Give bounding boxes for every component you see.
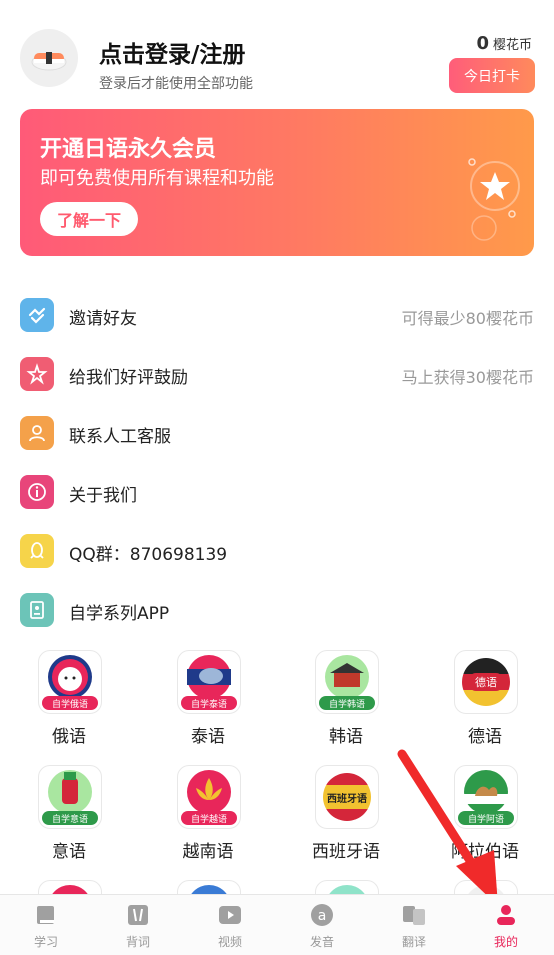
app-badge-icon	[20, 593, 54, 627]
avatar[interactable]	[20, 29, 78, 87]
tab-label: 背词	[125, 935, 150, 949]
menu-label: 自学系列APP	[69, 604, 170, 624]
bottom-tab-bar: 学习 背词 视频 a 发音 翻译 我的	[0, 894, 554, 955]
russian-app-icon: 自学俄语	[38, 650, 102, 714]
login-hint: 登录后才能使用全部功能	[99, 76, 253, 92]
daily-checkin-button[interactable]: 今日打卡	[449, 58, 535, 93]
tab-vocabulary[interactable]: 背词	[92, 895, 184, 955]
info-icon	[20, 475, 54, 509]
menu-label: 邀请好友	[69, 309, 137, 329]
arabic-app-icon: 自学阿语	[454, 765, 518, 829]
app-name: 德语	[468, 727, 502, 747]
book-icon	[37, 906, 54, 924]
tab-video[interactable]: 视频	[184, 895, 276, 955]
app-name: 俄语	[52, 727, 86, 747]
menu-label: 联系人工客服	[69, 427, 171, 447]
app-name: 越南语	[182, 842, 234, 862]
app-tag: 自学俄语	[42, 696, 98, 710]
spanish-app-icon: 西班牙语	[315, 765, 379, 829]
menu-item-rate[interactable]: 给我们好评鼓励 马上获得30樱花币	[0, 345, 554, 403]
coin-label: 樱花币	[492, 38, 532, 53]
vip-banner[interactable]: 开通日语永久会员 即可免费使用所有课程和功能 了解一下	[20, 109, 534, 256]
menu-label: 给我们好评鼓励	[69, 368, 188, 388]
app-tag: 德语	[469, 673, 503, 691]
app-name: 阿拉伯语	[451, 842, 519, 862]
tab-label: 学习	[33, 935, 58, 949]
coin-balance: 0 樱花币	[476, 33, 532, 54]
tab-label: 翻译	[401, 935, 426, 949]
menu-item-invite[interactable]: 邀请好友 可得最少80樱花币	[0, 286, 554, 344]
coin-count: 0	[476, 33, 489, 54]
italian-app-icon: 自学意语	[38, 765, 102, 829]
menu-label: QQ群：870698139	[69, 545, 228, 565]
app-tag: 自学越语	[181, 811, 237, 825]
translate-icon	[403, 906, 425, 925]
pronunciation-icon: a	[311, 904, 333, 926]
star-decoration-icon	[468, 158, 520, 241]
app-name: 韩语	[329, 727, 363, 747]
menu-item-about[interactable]: 关于我们	[0, 463, 554, 521]
menu-item-apps[interactable]: 自学系列APP	[0, 581, 554, 639]
menu-hint: 马上获得30樱花币	[401, 368, 534, 387]
login-register-link[interactable]: 点击登录/注册	[99, 35, 245, 69]
profile-header: 点击登录/注册 登录后才能使用全部功能 0 樱花币 今日打卡	[0, 0, 554, 105]
menu-hint: 可得最少80樱花币	[401, 309, 534, 328]
qq-icon	[20, 534, 54, 568]
app-name: 西班牙语	[312, 842, 380, 862]
app-tag: 西班牙语	[327, 793, 367, 805]
tab-label: 我的	[493, 935, 518, 949]
thai-app-icon: 自学泰语	[177, 650, 241, 714]
german-app-icon: 德语	[454, 650, 518, 714]
svg-text:a: a	[318, 908, 327, 924]
app-tag: 自学意语	[42, 811, 98, 825]
tab-pronunciation[interactable]: a 发音	[276, 895, 368, 955]
banner-subtitle: 即可免费使用所有课程和功能	[40, 168, 274, 189]
handshake-icon	[20, 298, 54, 332]
tab-translate[interactable]: 翻译	[368, 895, 460, 955]
menu-item-qq[interactable]: QQ群：870698139	[0, 522, 554, 580]
tab-label: 发音	[309, 935, 334, 949]
tab-study[interactable]: 学习	[0, 895, 92, 955]
word-card-icon	[128, 905, 148, 925]
learn-more-button[interactable]: 了解一下	[40, 202, 138, 236]
korean-app-icon: 自学韩语	[315, 650, 379, 714]
tab-profile[interactable]: 我的	[460, 895, 552, 955]
app-tag: 自学阿语	[458, 811, 514, 825]
star-burst-icon	[20, 357, 54, 391]
app-tag: 自学泰语	[181, 696, 237, 710]
app-tag: 自学韩语	[319, 696, 375, 710]
profile-icon	[497, 905, 515, 925]
person-icon	[20, 416, 54, 450]
menu-label: 关于我们	[69, 486, 137, 506]
app-name: 泰语	[191, 727, 225, 747]
tab-label: 视频	[217, 935, 242, 949]
app-name: 意语	[52, 842, 86, 862]
banner-title: 开通日语永久会员	[40, 137, 217, 162]
menu-item-support[interactable]: 联系人工客服	[0, 404, 554, 462]
play-icon	[219, 906, 241, 924]
vietnamese-app-icon: 自学越语	[177, 765, 241, 829]
